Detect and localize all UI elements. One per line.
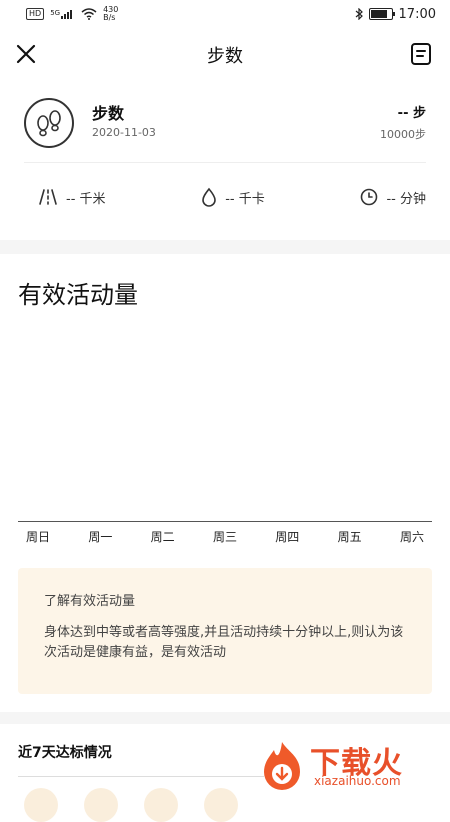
net-speed-unit: B/s: [103, 13, 116, 22]
calories-icon: [202, 187, 217, 207]
day-circle: [84, 788, 118, 822]
watermark-logo-icon: [264, 742, 300, 790]
clock-icon: [361, 188, 378, 206]
metric-distance-label: -- 千米: [66, 191, 106, 207]
day-label-mon: 周一: [88, 530, 113, 544]
status-left: HD 5G 430 B/s: [26, 6, 118, 22]
day-label-thu: 周四: [275, 530, 300, 544]
section-separator-2: [0, 712, 450, 724]
day-label-wed: 周三: [212, 530, 237, 544]
section-separator: [0, 240, 450, 254]
metric-calories-label: -- 千卡: [225, 191, 265, 207]
info-card-body: 身体达到中等或者高等强度,并且活动持续十分钟以上,则认为该次活动是健康有益，是有…: [44, 625, 404, 660]
metric-calories: -- 千卡: [201, 187, 265, 207]
watermark-url: xiazaihuo.com: [314, 774, 401, 788]
activity-chart: 周日 周一 周二 周三 周四 周五 周六: [18, 320, 432, 550]
status-bar: HD 5G 430 B/s 17:00: [0, 0, 450, 28]
info-card-title: 了解有效活动量: [44, 594, 136, 609]
signal-label: 5G: [50, 9, 61, 17]
day-label-sat: 周六: [399, 530, 424, 544]
battery-level: [370, 10, 387, 18]
status-time: 17:00: [398, 6, 436, 22]
divider: [24, 162, 426, 163]
status-right: 17:00: [355, 7, 436, 22]
activity-title: 有效活动量: [18, 281, 138, 309]
battery-icon: [368, 8, 395, 20]
distance-icon: [39, 189, 57, 205]
hd-indicator: HD: [26, 8, 45, 20]
activity-info-card[interactable]: 了解有效活动量 身体达到中等或者高等强度,并且活动持续十分钟以上,则认为该次活动…: [18, 568, 432, 694]
metric-duration: -- 分钟: [360, 188, 426, 207]
note-icon[interactable]: [410, 42, 432, 66]
metric-duration-label: -- 分钟: [386, 191, 426, 207]
watermark: 下载火 xiazaihuo.com: [254, 732, 444, 796]
chart-day-labels: 周日 周一 周二 周三 周四 周五 周六: [18, 528, 432, 545]
page-title: 步数: [207, 46, 243, 67]
day-circle: [144, 788, 178, 822]
weekly-day-circles: [24, 788, 238, 822]
nav-bar: 步数: [0, 30, 450, 78]
weekly-title: 近7天达标情况: [18, 745, 112, 761]
chart-x-axis: [18, 521, 432, 522]
summary-date: 2020-11-03: [92, 126, 156, 139]
day-label-sun: 周日: [25, 530, 50, 544]
signal-icon: 5G: [50, 9, 75, 19]
bluetooth-icon: [355, 8, 363, 20]
footprints-icon: [24, 98, 74, 148]
day-label-fri: 周五: [337, 530, 362, 544]
day-circle: [24, 788, 58, 822]
day-label-tue: 周二: [150, 530, 175, 544]
summary-title: 步数: [92, 104, 125, 123]
net-speed: 430 B/s: [103, 6, 118, 22]
summary-step-goal: 10000步: [380, 128, 426, 141]
steps-summary: 步数 2020-11-03 -- 步 10000步: [24, 96, 426, 150]
weekly-divider: [18, 776, 264, 777]
summary-step-value: -- 步: [397, 106, 426, 121]
day-circle: [204, 788, 238, 822]
wifi-icon: [81, 8, 97, 20]
metric-distance: -- 千米: [38, 188, 106, 207]
metrics-row: -- 千米 -- 千卡 -- 分钟: [38, 184, 426, 210]
